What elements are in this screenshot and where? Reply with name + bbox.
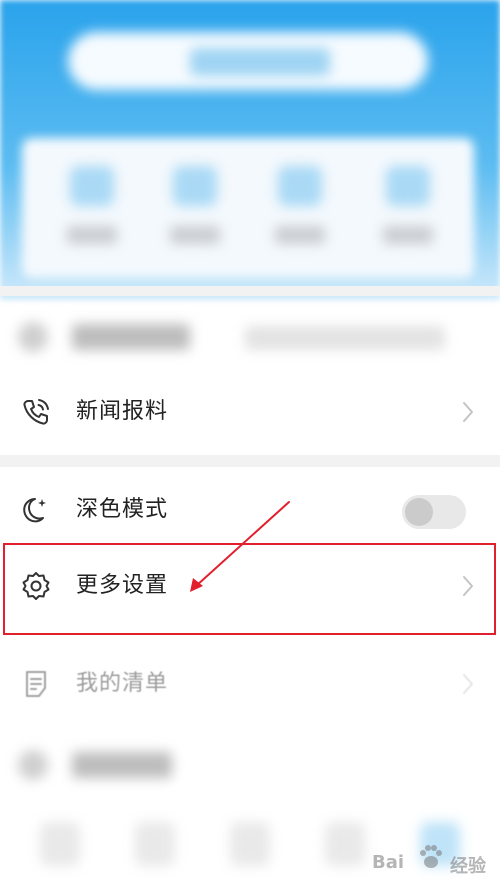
nav-tab[interactable] [325,822,365,866]
toggle-knob [405,498,433,526]
nav-tab[interactable] [40,822,80,866]
section-divider [0,286,500,296]
quick-entry-item[interactable] [378,160,438,260]
menu-item-dark-mode[interactable]: 深色模式 [0,474,500,546]
moon-icon [23,498,46,523]
watermark-text-left: Bai [372,852,405,873]
menu-item-label: 我的清单 [76,671,169,696]
highlight-box [3,543,496,635]
nav-tab[interactable] [135,822,175,866]
quick-entry-item[interactable] [165,160,225,260]
menu-item-my-list[interactable]: 我的清单 [0,648,500,720]
quick-entry-item[interactable] [270,160,330,260]
section-divider [0,455,500,467]
baidu-watermark: Bai 经验 [372,842,496,882]
nav-tab[interactable] [230,822,270,866]
blurred-menu-row[interactable] [0,310,500,370]
menu-item-news-tip[interactable]: 新闻报料 [0,376,500,448]
watermark-text-right: 经验 [450,856,486,877]
dark-mode-toggle[interactable] [402,495,466,529]
menu-item-label: 新闻报料 [76,399,169,424]
phone-call-icon [23,399,49,425]
paw-logo-icon [420,845,442,868]
quick-entry-item[interactable] [62,160,122,260]
menu-item-label: 深色模式 [76,497,169,522]
blurred-menu-row[interactable] [0,738,500,792]
document-list-icon [26,671,46,697]
search-placeholder [190,48,330,76]
chevron-right-icon [463,674,473,694]
chevron-right-icon [463,402,473,422]
